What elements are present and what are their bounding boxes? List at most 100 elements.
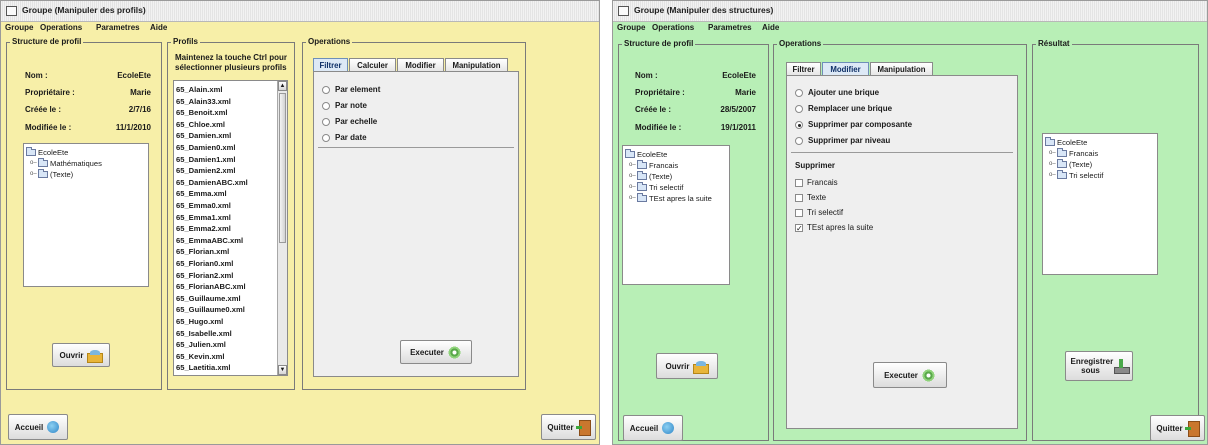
profile-file-item[interactable]: 65_Alain.xml — [176, 85, 222, 94]
radio-icon[interactable] — [795, 88, 803, 97]
radio-par-echelle[interactable]: Par echelle — [322, 116, 377, 127]
tree-root[interactable]: EcoleEte — [625, 148, 667, 159]
profile-file-item[interactable]: 65_Chloe.xml — [176, 120, 225, 129]
checkbox-francais[interactable]: Francais — [795, 177, 838, 188]
menu-parametres[interactable]: Parametres — [96, 23, 140, 32]
profiles-scrollbar[interactable]: ▲ ▼ — [277, 81, 287, 375]
tree-node[interactable]: o– Francais — [629, 159, 678, 170]
radio-icon[interactable] — [795, 136, 803, 145]
tree-root[interactable]: EcoleEte — [1045, 136, 1087, 147]
tab-modifier[interactable]: Modifier — [822, 62, 869, 75]
tree-node[interactable]: o– Tri selectif — [1049, 169, 1103, 180]
checkbox-texte[interactable]: Texte — [795, 192, 826, 203]
checkbox-test-apres-suite[interactable]: ✓ TEst apres la suite — [795, 222, 873, 233]
tab-calculer[interactable]: Calculer — [349, 58, 396, 71]
profile-file-item[interactable]: 65_Damien1.xml — [176, 155, 236, 164]
expand-handle-icon[interactable]: o– — [1049, 161, 1056, 167]
checkbox-checked-icon[interactable]: ✓ — [795, 223, 803, 232]
expand-handle-icon[interactable]: o– — [30, 160, 37, 166]
tab-modifier[interactable]: Modifier — [397, 58, 444, 71]
expand-handle-icon[interactable]: o– — [30, 171, 37, 177]
menu-groupe[interactable]: Groupe — [5, 23, 33, 32]
profile-file-item[interactable]: 65_Julien.xml — [176, 340, 226, 349]
expand-handle-icon[interactable]: o– — [629, 173, 636, 179]
profile-file-item[interactable]: 65_Isabelle.xml — [176, 329, 232, 338]
radio-supprimer-composante[interactable]: Supprimer par composante — [795, 119, 912, 130]
expand-handle-icon[interactable]: o– — [629, 162, 636, 168]
profile-file-item[interactable]: 65_DamienABC.xml — [176, 178, 248, 187]
expand-handle-icon[interactable]: o– — [629, 195, 636, 201]
save-as-button[interactable]: Enregistrer sous — [1065, 351, 1133, 381]
tab-manipulation[interactable]: Manipulation — [870, 62, 933, 75]
tree-node[interactable]: o– (Texte) — [1049, 158, 1092, 169]
profile-file-item[interactable]: 65_Kevin.xml — [176, 352, 225, 361]
scroll-up-icon[interactable]: ▲ — [278, 81, 287, 91]
expand-handle-icon[interactable]: o– — [1049, 150, 1056, 156]
execute-button[interactable]: Executer — [873, 362, 947, 388]
tree-node[interactable]: o– (Texte) — [30, 168, 73, 179]
profile-file-item[interactable]: 65_Florian2.xml — [176, 271, 233, 280]
profile-file-item[interactable]: 65_Alain33.xml — [176, 97, 231, 106]
profile-file-item[interactable]: 65_Emma1.xml — [176, 213, 231, 222]
radio-ajouter-brique[interactable]: Ajouter une brique — [795, 87, 879, 98]
profile-file-item[interactable]: 65_Laetitia.xml — [176, 363, 230, 372]
radio-icon[interactable] — [795, 104, 803, 113]
profile-file-item[interactable]: 65_Emma.xml — [176, 189, 227, 198]
expand-handle-icon[interactable]: o– — [1049, 172, 1056, 178]
tab-filtrer[interactable]: Filtrer — [313, 58, 348, 71]
menu-parametres[interactable]: Parametres — [708, 23, 752, 32]
profile-file-item[interactable]: 65_Emma2.xml — [176, 224, 231, 233]
structure-tree[interactable]: EcoleEte o– Mathématiques o– (Texte) — [23, 143, 149, 287]
checkbox-icon[interactable] — [795, 178, 803, 187]
tree-node[interactable]: o– (Texte) — [629, 170, 672, 181]
radio-selected-icon[interactable] — [795, 120, 803, 129]
menu-aide[interactable]: Aide — [762, 23, 779, 32]
tab-filtrer[interactable]: Filtrer — [786, 62, 821, 75]
radio-icon[interactable] — [322, 85, 330, 94]
profile-file-item[interactable]: 65_Florian.xml — [176, 247, 229, 256]
result-tree[interactable]: EcoleEte o– Francais o– (Texte) o– Tri s… — [1042, 133, 1158, 275]
checkbox-tri-selectif[interactable]: Tri selectif — [795, 207, 843, 218]
open-button[interactable]: Ouvrir — [52, 343, 110, 367]
open-button[interactable]: Ouvrir — [656, 353, 718, 379]
radio-remplacer-brique[interactable]: Remplacer une brique — [795, 103, 892, 114]
profile-file-item[interactable]: 65_Hugo.xml — [176, 317, 223, 326]
profile-file-item[interactable]: 65_Guillaume0.xml — [176, 305, 245, 314]
structure-tree[interactable]: EcoleEte o– Francais o– (Texte) o– Tri s… — [622, 145, 730, 285]
quit-button[interactable]: Quitter — [1150, 415, 1205, 441]
profiles-list[interactable]: 65_Alain.xml 65_Alain33.xml 65_Benoit.xml 6… — [173, 80, 288, 376]
radio-icon[interactable] — [322, 117, 330, 126]
execute-button[interactable]: Executer — [400, 340, 472, 364]
radio-icon[interactable] — [322, 133, 330, 142]
menu-aide[interactable]: Aide — [150, 23, 167, 32]
tree-node[interactable]: o– TEst apres la suite — [629, 192, 712, 203]
tab-manipulation[interactable]: Manipulation — [445, 58, 508, 71]
profile-file-item[interactable]: 65_Emma0.xml — [176, 201, 231, 210]
expand-handle-icon[interactable]: o– — [629, 184, 636, 190]
radio-supprimer-niveau[interactable]: Supprimer par niveau — [795, 135, 890, 146]
profile-file-item[interactable]: 65_Damien0.xml — [176, 143, 236, 152]
home-button[interactable]: Accueil — [623, 415, 683, 441]
menu-operations[interactable]: Operations — [40, 23, 82, 32]
checkbox-icon[interactable] — [795, 193, 803, 202]
tree-node[interactable]: o– Tri selectif — [629, 181, 683, 192]
tree-node[interactable]: o– Francais — [1049, 147, 1098, 158]
profile-file-item[interactable]: 65_Damien.xml — [176, 131, 231, 140]
profile-file-item[interactable]: 65_EmmaABC.xml — [176, 236, 243, 245]
radio-icon[interactable] — [322, 101, 330, 110]
checkbox-icon[interactable] — [795, 208, 803, 217]
tree-root[interactable]: EcoleEte — [26, 146, 68, 157]
menu-operations[interactable]: Operations — [652, 23, 694, 32]
profile-file-item[interactable]: 65_Benoit.xml — [176, 108, 228, 117]
radio-par-element[interactable]: Par element — [322, 84, 380, 95]
home-button[interactable]: Accueil — [8, 414, 68, 440]
profile-file-item[interactable]: 65_Guillaume.xml — [176, 294, 241, 303]
quit-button[interactable]: Quitter — [541, 414, 596, 440]
profile-file-item[interactable]: 65_Damien2.xml — [176, 166, 236, 175]
profile-file-item[interactable]: 65_Florian0.xml — [176, 259, 233, 268]
radio-par-note[interactable]: Par note — [322, 100, 367, 111]
radio-par-date[interactable]: Par date — [322, 132, 367, 143]
tree-node[interactable]: o– Mathématiques — [30, 157, 102, 168]
profile-file-item[interactable]: 65_FlorianABC.xml — [176, 282, 246, 291]
scroll-thumb[interactable] — [279, 93, 286, 243]
